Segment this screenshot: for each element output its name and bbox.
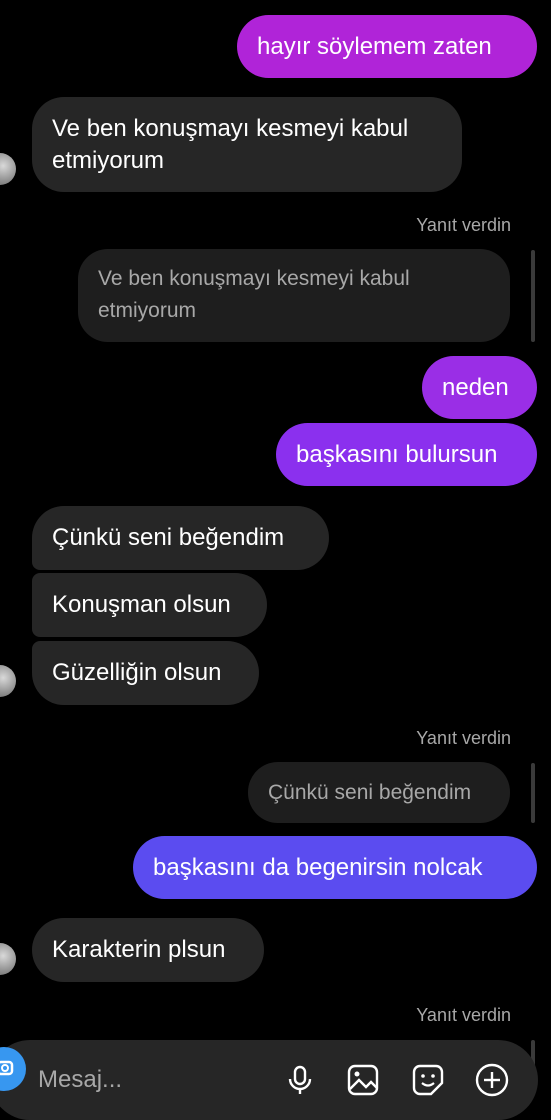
quoted-text: Çünkü seni beğendim — [268, 781, 472, 804]
incoming-message[interactable]: Güzelliğin olsun — [32, 641, 259, 705]
sticker-button[interactable] — [408, 1060, 448, 1100]
quote-bar — [531, 763, 535, 823]
message-text: başkasını bulursun — [296, 441, 498, 468]
replied-label: Yanıt verdin — [416, 215, 511, 235]
outgoing-message[interactable]: başkasını bulursun — [276, 423, 537, 486]
message-text: Güzelliğin olsun — [52, 659, 222, 686]
incoming-message[interactable]: Çünkü seni beğendim — [32, 506, 329, 570]
message-text: başkasını da begenirsin nolcak — [153, 854, 483, 881]
message-text: Karakterin plsun — [52, 936, 226, 963]
contact-avatar[interactable] — [0, 665, 16, 697]
contact-avatar[interactable] — [0, 943, 16, 975]
microphone-icon — [288, 1065, 312, 1094]
add-button[interactable] — [472, 1060, 512, 1100]
message-text: Konuşman olsun — [52, 591, 231, 618]
message-text-line-2: etmiyorum — [52, 147, 165, 174]
incoming-message[interactable]: Karakterin plsun — [32, 918, 264, 982]
message-text: Çünkü seni beğendim — [52, 524, 285, 551]
replied-label: Yanıt verdin — [416, 728, 511, 748]
outgoing-message[interactable]: hayır söylemem zaten — [237, 15, 537, 78]
quoted-text-line-1: Ve ben konuşmayı kesmeyi kabul — [98, 267, 410, 290]
outgoing-message[interactable]: neden — [422, 356, 537, 419]
message-text: hayır söylemem zaten — [257, 33, 492, 60]
sticker-icon — [412, 1064, 444, 1096]
incoming-message[interactable]: Ve ben konuşmayı kesmeyi kabul etmiyorum — [32, 97, 462, 192]
camera-button[interactable] — [0, 1047, 26, 1091]
incoming-message[interactable]: Konuşman olsun — [32, 573, 267, 637]
message-text: neden — [442, 374, 509, 401]
replied-label: Yanıt verdin — [416, 1005, 511, 1025]
microphone-button[interactable] — [280, 1060, 320, 1100]
outgoing-message[interactable]: başkasını da begenirsin nolcak — [133, 836, 537, 899]
camera-icon — [0, 1060, 14, 1076]
gallery-button[interactable] — [343, 1060, 383, 1100]
quote-bar — [531, 250, 535, 342]
gallery-icon — [347, 1064, 379, 1096]
contact-avatar[interactable] — [0, 153, 16, 185]
message-input[interactable]: Mesaj... — [38, 1064, 122, 1096]
quoted-message[interactable]: Çünkü seni beğendim — [248, 762, 510, 823]
plus-circle-icon — [475, 1063, 509, 1097]
quoted-text-line-2: etmiyorum — [98, 299, 197, 322]
quoted-message[interactable]: Ve ben konuşmayı kesmeyi kabul etmiyorum — [78, 249, 510, 342]
message-text-line-1: Ve ben konuşmayı kesmeyi kabul — [52, 115, 409, 142]
